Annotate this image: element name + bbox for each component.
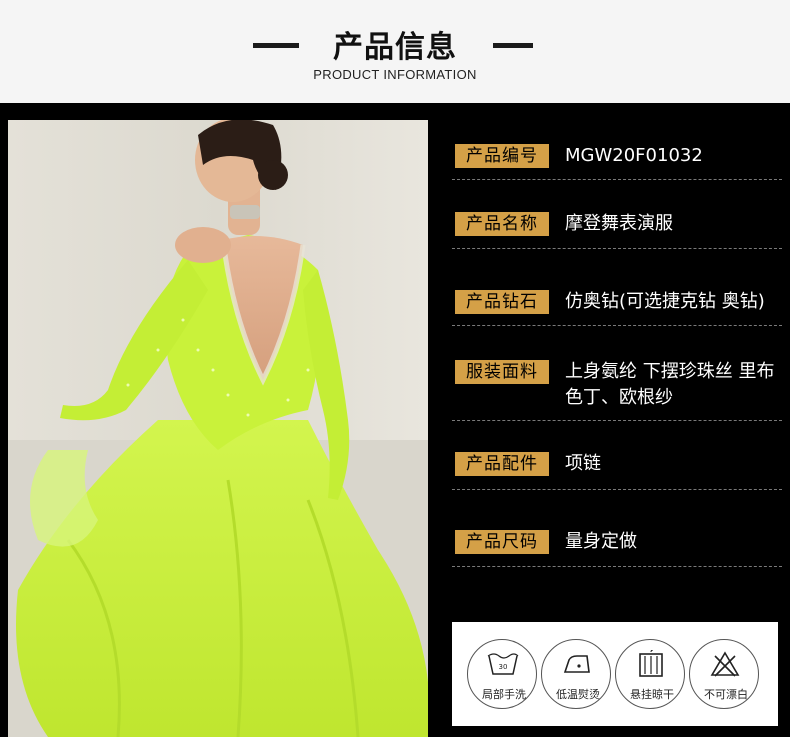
care-circle: 低温熨烫 — [541, 639, 611, 709]
divider — [452, 248, 782, 249]
divider — [452, 420, 782, 421]
spec-label: 产品配件 — [455, 452, 549, 476]
hand-wash-30-icon: 30 — [487, 653, 519, 675]
spec-label: 产品尺码 — [455, 530, 549, 554]
svg-text:30: 30 — [499, 663, 508, 671]
care-item-hand-wash: 30 局部手洗 — [466, 639, 538, 709]
product-info-panel: 产品编号 MGW20F01032 产品名称 摩登舞表演服 产品钻石 仿奥钻(可选… — [0, 103, 790, 737]
care-label: 低温熨烫 — [556, 688, 600, 701]
section-header: 产品信息 PRODUCT INFORMATION — [0, 0, 790, 103]
product-photo — [8, 120, 428, 737]
care-item-no-bleach: 不可漂白 — [688, 639, 760, 709]
spec-value: 量身定做 — [565, 531, 637, 552]
section-subtitle: PRODUCT INFORMATION — [313, 67, 477, 82]
header-right-bar — [493, 43, 533, 48]
low-iron-icon — [563, 655, 590, 673]
spec-label: 产品名称 — [455, 212, 549, 236]
care-circle: 30 局部手洗 — [467, 639, 537, 709]
spec-value: 上身氨纶 下摆珍珠丝 里布色丁、欧根纱 — [565, 361, 775, 408]
spec-value: 仿奥钻(可选捷克钻 奥钻) — [565, 291, 765, 312]
spec-value: 摩登舞表演服 — [565, 213, 673, 234]
divider — [452, 489, 782, 490]
care-circle: 悬挂晾干 — [615, 639, 685, 709]
care-instructions: 30 局部手洗 低温熨烫 悬挂晾干 不可漂白 — [452, 622, 778, 726]
divider — [452, 179, 782, 180]
spec-value: 项链 — [565, 453, 601, 474]
spec-value: MGW20F01032 — [565, 145, 703, 166]
spec-label: 产品钻石 — [455, 290, 549, 314]
divider — [452, 325, 782, 326]
spec-label: 产品编号 — [455, 144, 549, 168]
care-item-hang-dry: 悬挂晾干 — [614, 639, 686, 709]
header-left-bar — [253, 43, 299, 48]
care-item-low-iron: 低温熨烫 — [540, 639, 612, 709]
dress-model-photo — [8, 120, 428, 737]
care-circle: 不可漂白 — [689, 639, 759, 709]
hang-dry-icon — [639, 650, 663, 677]
spec-label: 服装面料 — [455, 360, 549, 384]
divider — [452, 566, 782, 567]
care-label: 悬挂晾干 — [630, 688, 674, 701]
section-title: 产品信息 — [333, 30, 457, 65]
no-bleach-icon — [710, 651, 740, 677]
care-label: 不可漂白 — [704, 688, 748, 701]
care-label: 局部手洗 — [482, 688, 526, 701]
